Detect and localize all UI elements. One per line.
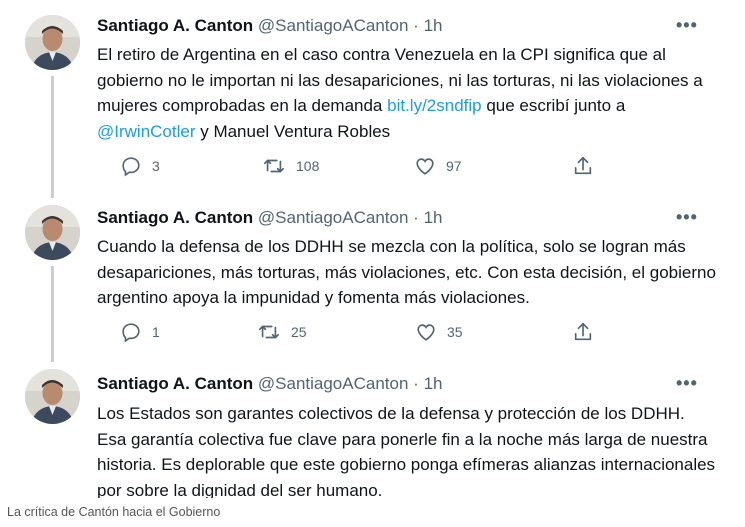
reply-icon [122,323,140,343]
more-options-icon[interactable]: ••• [676,15,698,36]
more-options-icon[interactable]: ••• [676,373,698,394]
author-name[interactable]: Santiago A. Canton [97,208,253,227]
retweet-button[interactable]: 25 [257,321,307,343]
retweet-button[interactable]: 108 [262,155,319,177]
reply-count: 1 [152,324,160,340]
like-count: 35 [447,324,463,340]
tweet-text: Cuando la defensa de los DDHH se mezcla … [97,237,716,307]
avatar[interactable] [25,369,80,424]
avatar[interactable] [25,15,80,70]
retweet-count: 25 [291,324,307,340]
tweet-header: Santiago A. Canton @SantiagoACanton · 1h [97,16,442,36]
like-button[interactable]: 97 [414,155,462,177]
timestamp[interactable]: 1h [424,374,443,393]
avatar[interactable] [25,205,80,260]
more-options-icon[interactable]: ••• [676,207,698,228]
retweet-icon [264,159,284,173]
thread-line [51,266,54,362]
separator-dot: · [413,208,419,227]
tweet-header: Santiago A. Canton @SantiagoACanton · 1h [97,374,442,394]
like-button[interactable]: 35 [415,321,463,343]
author-name[interactable]: Santiago A. Canton [97,374,253,393]
tweet-link[interactable]: bit.ly/2sndfip [387,96,482,115]
timestamp[interactable]: 1h [424,208,443,227]
retweet-count: 108 [296,158,320,174]
image-caption: La crítica de Cantón hacia el Gobierno [7,505,221,519]
author-handle[interactable]: @SantiagoACanton [258,16,409,35]
retweet-icon [259,325,279,339]
heart-icon [417,324,435,341]
reply-count: 3 [152,158,160,174]
heart-icon [416,158,434,175]
tweet-header: Santiago A. Canton @SantiagoACanton · 1h [97,208,442,228]
tweet-thread: Santiago A. Canton @SantiagoACanton · 1h… [0,0,745,498]
tweet-text-segment: que escribí junto a [481,96,626,115]
share-icon [574,322,592,341]
thread-line [51,76,54,198]
share-icon [574,156,592,175]
separator-dot: · [413,374,419,393]
separator-dot: · [413,16,419,35]
author-name[interactable]: Santiago A. Canton [97,16,253,35]
reply-button[interactable]: 3 [120,155,160,177]
author-handle[interactable]: @SantiagoACanton [258,374,409,393]
mention-link[interactable]: @IrwinCotler [97,122,196,141]
author-handle[interactable]: @SantiagoACanton [258,208,409,227]
tweet-text: Los Estados son garantes colectivos de l… [97,404,716,498]
reply-icon [122,157,140,177]
timestamp[interactable]: 1h [424,16,443,35]
like-count: 97 [446,158,462,174]
tweet-text: El retiro de Argentina en el caso contra… [97,42,717,144]
reply-button[interactable]: 1 [120,321,160,343]
share-button[interactable] [572,321,594,343]
tweet-text-segment: y Manuel Ventura Robles [195,121,391,141]
share-button[interactable] [572,155,594,177]
